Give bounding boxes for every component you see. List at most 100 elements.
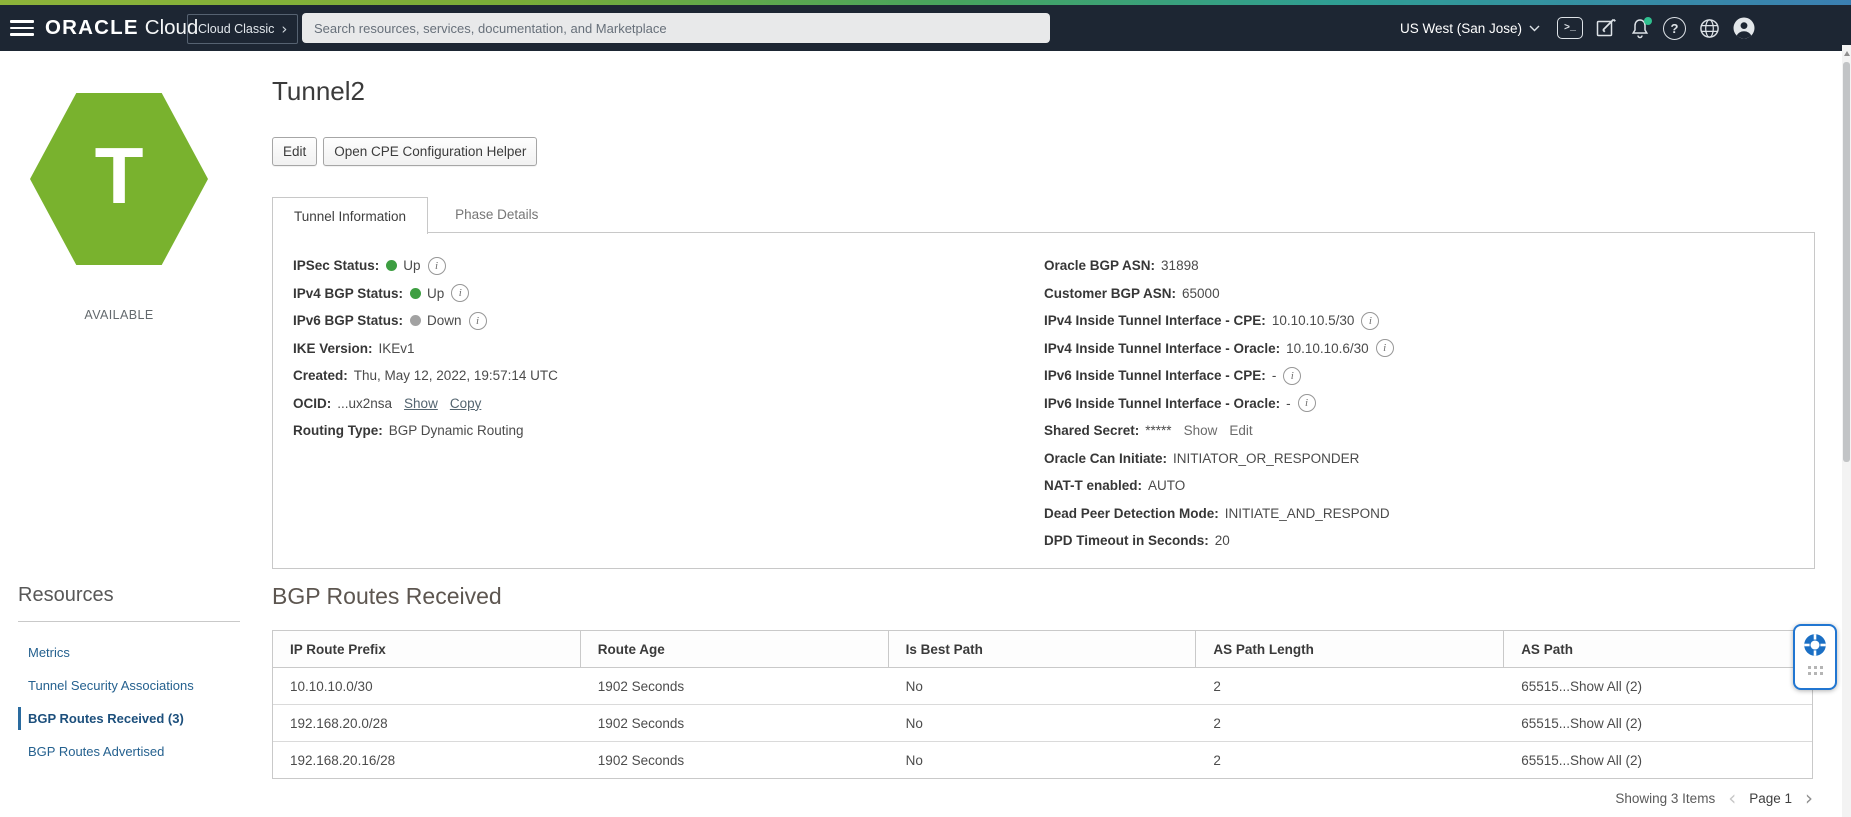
field-label: IPv4 Inside Tunnel Interface - Oracle: bbox=[1044, 340, 1281, 356]
chevron-down-icon bbox=[1529, 25, 1540, 31]
status-up-dot bbox=[410, 287, 422, 299]
tunnel-information-panel: IPSec Status: Up i IPv4 BGP Status: Up i… bbox=[272, 232, 1815, 569]
field-label: IKE Version: bbox=[293, 340, 373, 356]
sidebar-item-metrics[interactable]: Metrics bbox=[0, 636, 260, 669]
field-label: IPv6 Inside Tunnel Interface - Oracle: bbox=[1044, 395, 1281, 411]
edit-button[interactable]: Edit bbox=[272, 137, 318, 166]
info-icon[interactable]: i bbox=[451, 284, 470, 303]
sidebar-item-bgp-routes-received[interactable]: BGP Routes Received (3) bbox=[0, 702, 260, 735]
info-icon[interactable]: i bbox=[1283, 366, 1302, 385]
search-input[interactable] bbox=[302, 13, 1050, 43]
field-value: INITIATOR_OR_RESPONDER bbox=[1173, 450, 1360, 466]
vertical-scrollbar[interactable] bbox=[1842, 45, 1851, 817]
resources-nav: Metrics Tunnel Security Associations BGP… bbox=[0, 636, 260, 768]
field-value: Down bbox=[427, 313, 462, 329]
page-number-label: Page 1 bbox=[1749, 790, 1792, 806]
cell-route-age: 1902 Seconds bbox=[597, 752, 685, 768]
tab-phase-details[interactable]: Phase Details bbox=[428, 197, 565, 232]
user-avatar[interactable] bbox=[1733, 17, 1755, 39]
notifications-bell-icon[interactable] bbox=[1630, 16, 1652, 39]
tab-tunnel-information[interactable]: Tunnel Information bbox=[272, 197, 429, 234]
life-ring-icon bbox=[1804, 634, 1826, 656]
tabbar: Tunnel Information Phase Details bbox=[272, 197, 565, 234]
global-search-bar bbox=[302, 13, 1050, 43]
ocid-copy-link[interactable]: Copy bbox=[450, 396, 482, 411]
field-label: Dead Peer Detection Mode: bbox=[1044, 505, 1219, 521]
info-icon[interactable]: i bbox=[1361, 311, 1380, 330]
field-label: Customer BGP ASN: bbox=[1044, 285, 1177, 301]
field-ipv4-inside-tunnel-cpe: IPv4 Inside Tunnel Interface - CPE: 10.1… bbox=[1044, 307, 1394, 335]
cell-route-age: 1902 Seconds bbox=[597, 715, 685, 731]
field-ipsec-status: IPSec Status: Up i bbox=[293, 252, 558, 280]
field-value: Up bbox=[403, 258, 421, 274]
shared-secret-edit-link[interactable]: Edit bbox=[1229, 423, 1252, 438]
sidebar-item-tunnel-security-associations[interactable]: Tunnel Security Associations bbox=[0, 669, 260, 702]
column-header-route-age: Route Age bbox=[581, 631, 889, 667]
cloud-shell-icon[interactable]: >_ bbox=[1557, 17, 1583, 39]
field-value: BGP Dynamic Routing bbox=[388, 423, 524, 439]
info-icon[interactable]: i bbox=[468, 311, 487, 330]
cell-as-path-length: 2 bbox=[1213, 678, 1221, 694]
as-path-value: 65515... bbox=[1521, 752, 1570, 768]
table-row: 192.168.20.16/28 1902 Seconds No 2 65515… bbox=[273, 742, 1812, 778]
scrollbar-thumb[interactable] bbox=[1843, 62, 1850, 462]
cloud-classic-button[interactable]: Cloud Classic › bbox=[187, 14, 299, 44]
field-ocid: OCID: ...ux2nsa Show Copy bbox=[293, 390, 558, 418]
help-icon[interactable]: ? bbox=[1663, 16, 1686, 40]
previous-page-icon[interactable]: ‹ bbox=[1728, 788, 1736, 808]
field-label: NAT-T enabled: bbox=[1044, 478, 1143, 494]
as-path-value: 65515... bbox=[1521, 678, 1570, 694]
cell-is-best-path: No bbox=[905, 678, 923, 694]
field-label: DPD Timeout in Seconds: bbox=[1044, 533, 1209, 549]
region-selector[interactable]: US West (San Jose) bbox=[1400, 21, 1540, 36]
info-icon[interactable]: i bbox=[1297, 394, 1316, 413]
field-label: IPv4 BGP Status: bbox=[293, 285, 404, 301]
table-row: 10.10.10.0/30 1902 Seconds No 2 65515...… bbox=[273, 668, 1812, 705]
shared-secret-show-link[interactable]: Show bbox=[1184, 423, 1218, 438]
resource-type-hexagon: T bbox=[30, 93, 208, 265]
field-customer-bgp-asn: Customer BGP ASN: 65000 bbox=[1044, 280, 1394, 308]
scroll-up-arrow[interactable] bbox=[1842, 49, 1851, 59]
cell-as-path: 65515... Show All (2) bbox=[1504, 668, 1812, 704]
info-icon[interactable]: i bbox=[427, 256, 446, 275]
sidebar-item-bgp-routes-advertised[interactable]: BGP Routes Advertised bbox=[0, 735, 260, 768]
tunnel-info-right-column: Oracle BGP ASN: 31898 Customer BGP ASN: … bbox=[1044, 252, 1394, 555]
open-cpe-configuration-helper-button[interactable]: Open CPE Configuration Helper bbox=[323, 137, 538, 166]
bgp-routes-table: IP Route Prefix Route Age Is Best Path A… bbox=[272, 630, 1813, 779]
action-buttons: Edit Open CPE Configuration Helper bbox=[272, 137, 538, 166]
ocid-show-link[interactable]: Show bbox=[404, 396, 438, 411]
show-all-link[interactable]: Show All (2) bbox=[1570, 753, 1642, 768]
field-dead-peer-detection-mode: Dead Peer Detection Mode: INITIATE_AND_R… bbox=[1044, 500, 1394, 528]
column-header-as-path: AS Path bbox=[1521, 641, 1573, 657]
drag-handle-dots[interactable] bbox=[1807, 666, 1823, 675]
field-label: IPv6 Inside Tunnel Interface - CPE: bbox=[1044, 368, 1266, 384]
field-value: 20 bbox=[1214, 533, 1230, 549]
tunnel-info-left-column: IPSec Status: Up i IPv4 BGP Status: Up i… bbox=[293, 252, 558, 445]
info-icon[interactable]: i bbox=[1375, 339, 1394, 358]
region-label: US West (San Jose) bbox=[1399, 20, 1522, 36]
field-created: Created: Thu, May 12, 2022, 19:57:14 UTC bbox=[293, 362, 558, 390]
field-ipv4-bgp-status: IPv4 BGP Status: Up i bbox=[293, 280, 558, 308]
show-all-link[interactable]: Show All (2) bbox=[1570, 679, 1642, 694]
cell-as-path-length: 2 bbox=[1213, 715, 1221, 731]
logo-oracle-text: ORACLE bbox=[45, 16, 139, 39]
column-header-is-best-path: Is Best Path bbox=[889, 631, 1197, 667]
field-label: Shared Secret: bbox=[1044, 423, 1140, 439]
language-globe-icon[interactable] bbox=[1699, 18, 1720, 39]
edit-announcements-icon[interactable] bbox=[1596, 18, 1617, 39]
field-ike-version: IKE Version: IKEv1 bbox=[293, 335, 558, 363]
field-label: IPv6 BGP Status: bbox=[293, 313, 404, 329]
chevron-right-icon: › bbox=[281, 19, 288, 38]
field-value: AUTO bbox=[1148, 478, 1186, 494]
cell-as-path: 65515... Show All (2) bbox=[1504, 705, 1812, 741]
show-all-link[interactable]: Show All (2) bbox=[1570, 716, 1642, 731]
hamburger-menu-icon[interactable] bbox=[10, 20, 34, 36]
column-header-as-path-length: AS Path Length bbox=[1196, 631, 1505, 667]
support-assistant-widget[interactable] bbox=[1793, 624, 1837, 690]
field-label: Oracle BGP ASN: bbox=[1044, 258, 1156, 274]
field-oracle-can-initiate: Oracle Can Initiate: INITIATOR_OR_RESPON… bbox=[1044, 445, 1394, 473]
field-value: INITIATE_AND_RESPOND bbox=[1224, 505, 1390, 521]
field-value: 10.10.10.5/30 bbox=[1271, 313, 1355, 329]
next-page-icon[interactable]: › bbox=[1805, 788, 1813, 808]
as-path-value: 65515... bbox=[1521, 715, 1570, 731]
